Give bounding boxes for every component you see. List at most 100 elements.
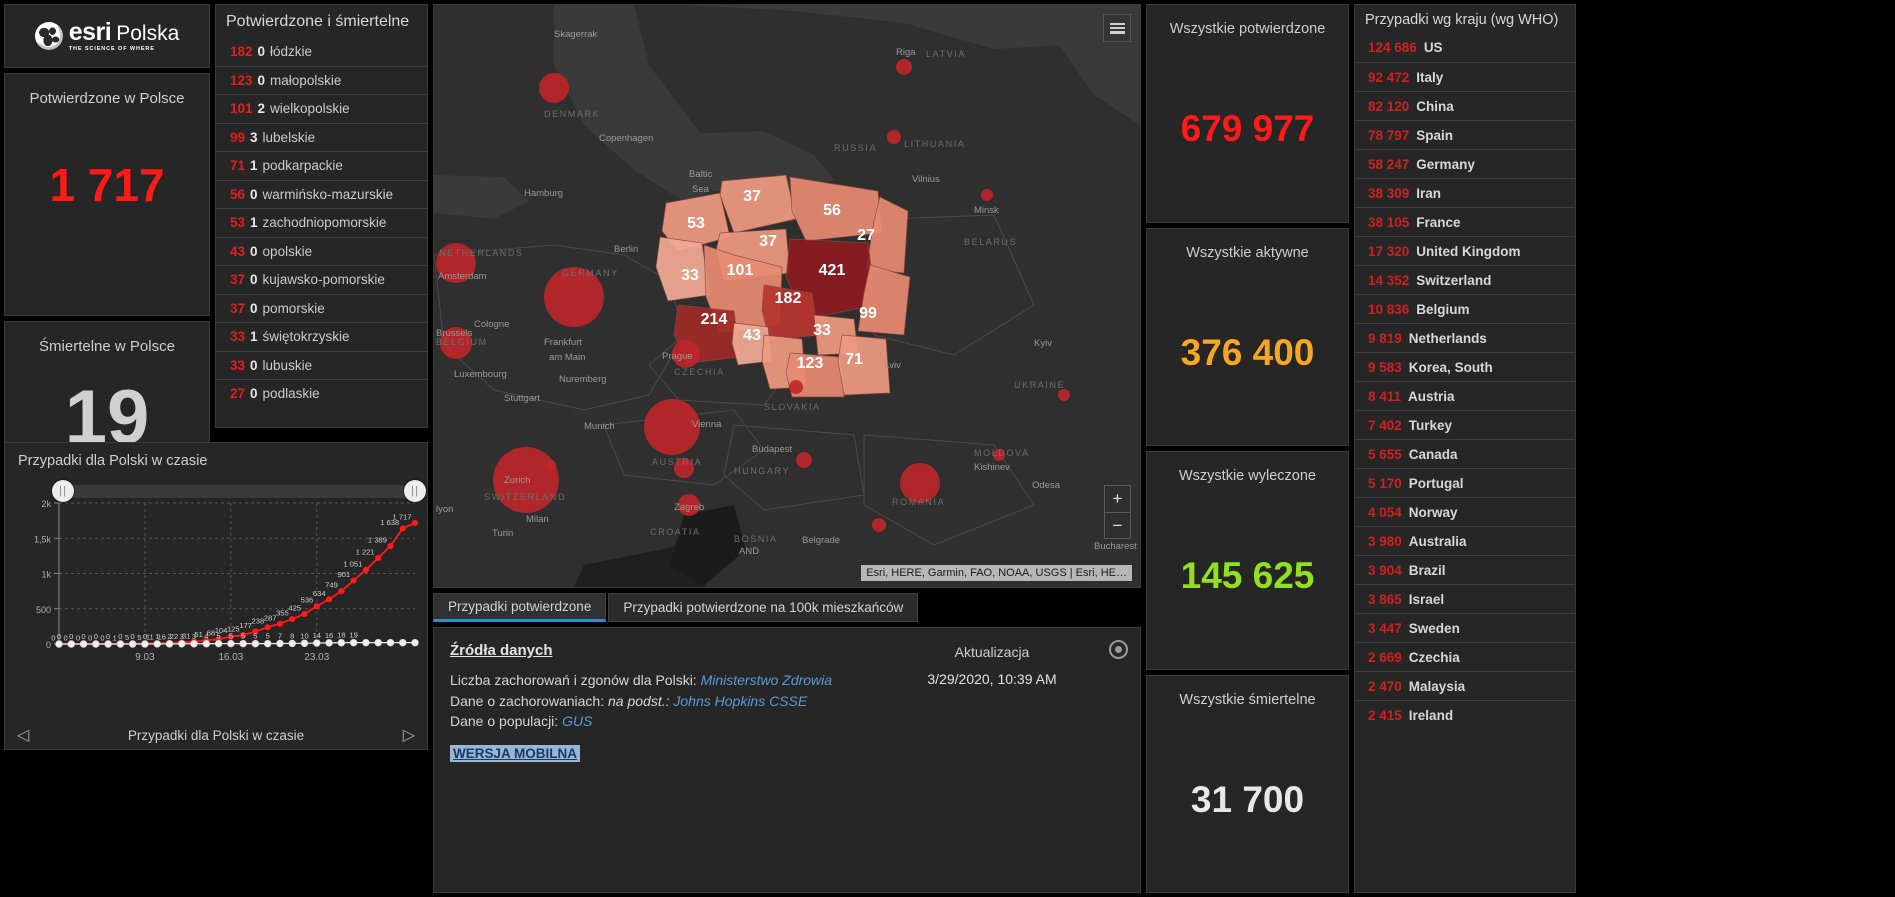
country-row[interactable]: 38 309Iran [1355, 178, 1575, 207]
voivodeship-row[interactable]: 560warmińsko-mazurskie [216, 180, 427, 209]
country-row[interactable]: 17 320United Kingdom [1355, 236, 1575, 265]
link-gus[interactable]: GUS [562, 713, 592, 729]
country-name: Italy [1416, 70, 1443, 85]
voivodeship-deaths: 0 [250, 187, 258, 202]
map-case-circle[interactable] [539, 73, 569, 103]
voivodeship-row[interactable]: 370kujawsko-pomorskie [216, 265, 427, 294]
voivodeship-row[interactable]: 330lubuskie [216, 351, 427, 380]
country-row[interactable]: 8 411Austria [1355, 381, 1575, 410]
map-column: SkagerrakDENMARKCopenhagenLATVIARigaLITH… [433, 4, 1141, 893]
globe-icon [35, 22, 63, 50]
chart-data-point [227, 640, 234, 647]
global-kpi-deaths: Wszystkie śmiertelne 31 700 [1146, 675, 1349, 894]
voivodeship-row[interactable]: 1820łódzkie [216, 37, 427, 66]
country-value: 3 447 [1368, 621, 1402, 636]
timeseries-panel[interactable]: Przypadki dla Polski w czasie || || 0500… [4, 442, 428, 750]
map-case-circle[interactable] [546, 460, 556, 470]
country-row[interactable]: 9 819Netherlands [1355, 323, 1575, 352]
voivodeship-deaths: 0 [250, 244, 258, 259]
country-row[interactable]: 2 415Ireland [1355, 700, 1575, 729]
country-row[interactable]: 38 105France [1355, 207, 1575, 236]
timeseries-plot[interactable]: || || 05001k1,5k2k9.0316.0323.0300000155… [13, 485, 419, 681]
global-kpi-deaths-value: 31 700 [1191, 779, 1304, 821]
chart-point-label-deaths: 16 [325, 631, 333, 640]
country-row[interactable]: 14 352Switzerland [1355, 265, 1575, 294]
country-row[interactable]: 7 402Turkey [1355, 410, 1575, 439]
next-page-arrow[interactable]: ▷ [403, 725, 415, 745]
chart-data-point [350, 639, 357, 646]
link-ministerstwo-zdrowia[interactable]: Ministerstwo Zdrowia [701, 672, 832, 688]
country-row[interactable]: 3 447Sweden [1355, 613, 1575, 642]
map-case-circle[interactable] [872, 518, 886, 532]
country-list-panel[interactable]: Przypadki wg kraju (wg WHO) 124 686US92 … [1354, 4, 1576, 893]
zoom-in-button[interactable]: + [1105, 486, 1130, 512]
chart-point-label-deaths: 0 [106, 632, 110, 641]
map-case-circle[interactable] [796, 452, 812, 468]
country-row[interactable]: 5 170Portugal [1355, 468, 1575, 497]
country-name: Canada [1409, 447, 1458, 462]
voivodeship-confirmed: 123 [230, 73, 253, 88]
map-zoom-controls[interactable]: + − [1104, 485, 1131, 539]
country-name: Austria [1408, 389, 1455, 404]
country-row[interactable]: 3 865Israel [1355, 584, 1575, 613]
map-case-circle[interactable] [896, 59, 912, 75]
country-row[interactable]: 3 904Brazil [1355, 555, 1575, 584]
chart-data-point [191, 640, 198, 647]
map-case-circle[interactable] [1058, 389, 1070, 401]
voivodeship-list-title: Potwierdzone i śmiertelne [216, 5, 427, 37]
tab-confirmed-per-100k[interactable]: Przypadki potwierdzone na 100k mieszkańc… [608, 593, 918, 622]
global-kpi-confirmed: Wszystkie potwierdzone 679 977 [1146, 4, 1349, 223]
voivodeship-row[interactable]: 331świętokrzyskie [216, 322, 427, 351]
chart-xtick-label: 16.03 [218, 652, 243, 663]
country-row[interactable]: 3 980Australia [1355, 526, 1575, 555]
mobile-version-link[interactable]: WERSJA MOBILNA [450, 745, 580, 762]
country-row[interactable]: 58 247Germany [1355, 149, 1575, 178]
chart-point-label-deaths: 0 [143, 632, 147, 641]
map-voivodeship-value-label: 421 [819, 262, 846, 279]
tab-confirmed-cases[interactable]: Przypadki potwierdzone [433, 593, 606, 622]
brand-name: esri [69, 20, 111, 45]
chart-data-point [80, 641, 87, 648]
country-row[interactable]: 82 120China [1355, 91, 1575, 120]
chart-data-point [129, 641, 136, 648]
country-row[interactable]: 4 054Norway [1355, 497, 1575, 526]
global-kpi-recovered: Wszystkie wyleczone 145 625 [1146, 451, 1349, 670]
settings-icon[interactable] [1109, 640, 1128, 659]
voivodeship-row[interactable]: 270podlaskie [216, 379, 427, 408]
voivodeship-row[interactable]: 531zachodniopomorskie [216, 208, 427, 237]
map-place-label: HUNGARY [734, 466, 790, 476]
country-row[interactable]: 2 470Malaysia [1355, 671, 1575, 700]
country-row[interactable]: 78 797Spain [1355, 120, 1575, 149]
voivodeship-row[interactable]: 430opolskie [216, 237, 427, 266]
country-name: Portugal [1409, 476, 1464, 491]
voivodeship-list-panel[interactable]: Potwierdzone i śmiertelne 1820łódzkie123… [215, 4, 428, 428]
map-place-label: Sea [692, 184, 710, 195]
chart-data-point [264, 640, 271, 647]
country-row[interactable]: 92 472Italy [1355, 62, 1575, 91]
chart-data-point [375, 555, 381, 561]
map-legend-button[interactable] [1103, 14, 1131, 42]
map-case-circle[interactable] [887, 130, 901, 144]
map-panel[interactable]: SkagerrakDENMARKCopenhagenLATVIARigaLITH… [433, 4, 1141, 588]
country-row[interactable]: 124 686US [1355, 33, 1575, 62]
voivodeship-row[interactable]: 1012wielkopolskie [216, 94, 427, 123]
voivodeship-row[interactable]: 993lubelskie [216, 123, 427, 152]
prev-page-arrow[interactable]: ◁ [17, 725, 29, 745]
voivodeship-row[interactable]: 370pomorskie [216, 294, 427, 323]
sources-line-3-prefix: Dane o populacji: [450, 713, 562, 729]
country-column: Przypadki wg kraju (wg WHO) 124 686US92 … [1354, 4, 1576, 893]
voivodeship-row[interactable]: 711podkarpackie [216, 151, 427, 180]
map-case-circle[interactable] [789, 380, 803, 394]
country-name: Malaysia [1409, 679, 1465, 694]
country-row[interactable]: 2 669Czechia [1355, 642, 1575, 671]
voivodeship-row[interactable]: 1230małopolskie [216, 66, 427, 95]
zoom-out-button[interactable]: − [1105, 512, 1130, 538]
map-canvas[interactable]: SkagerrakDENMARKCopenhagenLATVIARigaLITH… [434, 5, 1140, 587]
map-place-label: am Main [549, 352, 585, 363]
map-case-circle[interactable] [981, 189, 993, 201]
link-johns-hopkins-csse[interactable]: Johns Hopkins CSSE [673, 693, 807, 709]
country-row[interactable]: 5 655Canada [1355, 439, 1575, 468]
country-row[interactable]: 9 583Korea, South [1355, 352, 1575, 381]
chart-point-label-deaths: 2 [167, 632, 171, 641]
country-row[interactable]: 10 836Belgium [1355, 294, 1575, 323]
